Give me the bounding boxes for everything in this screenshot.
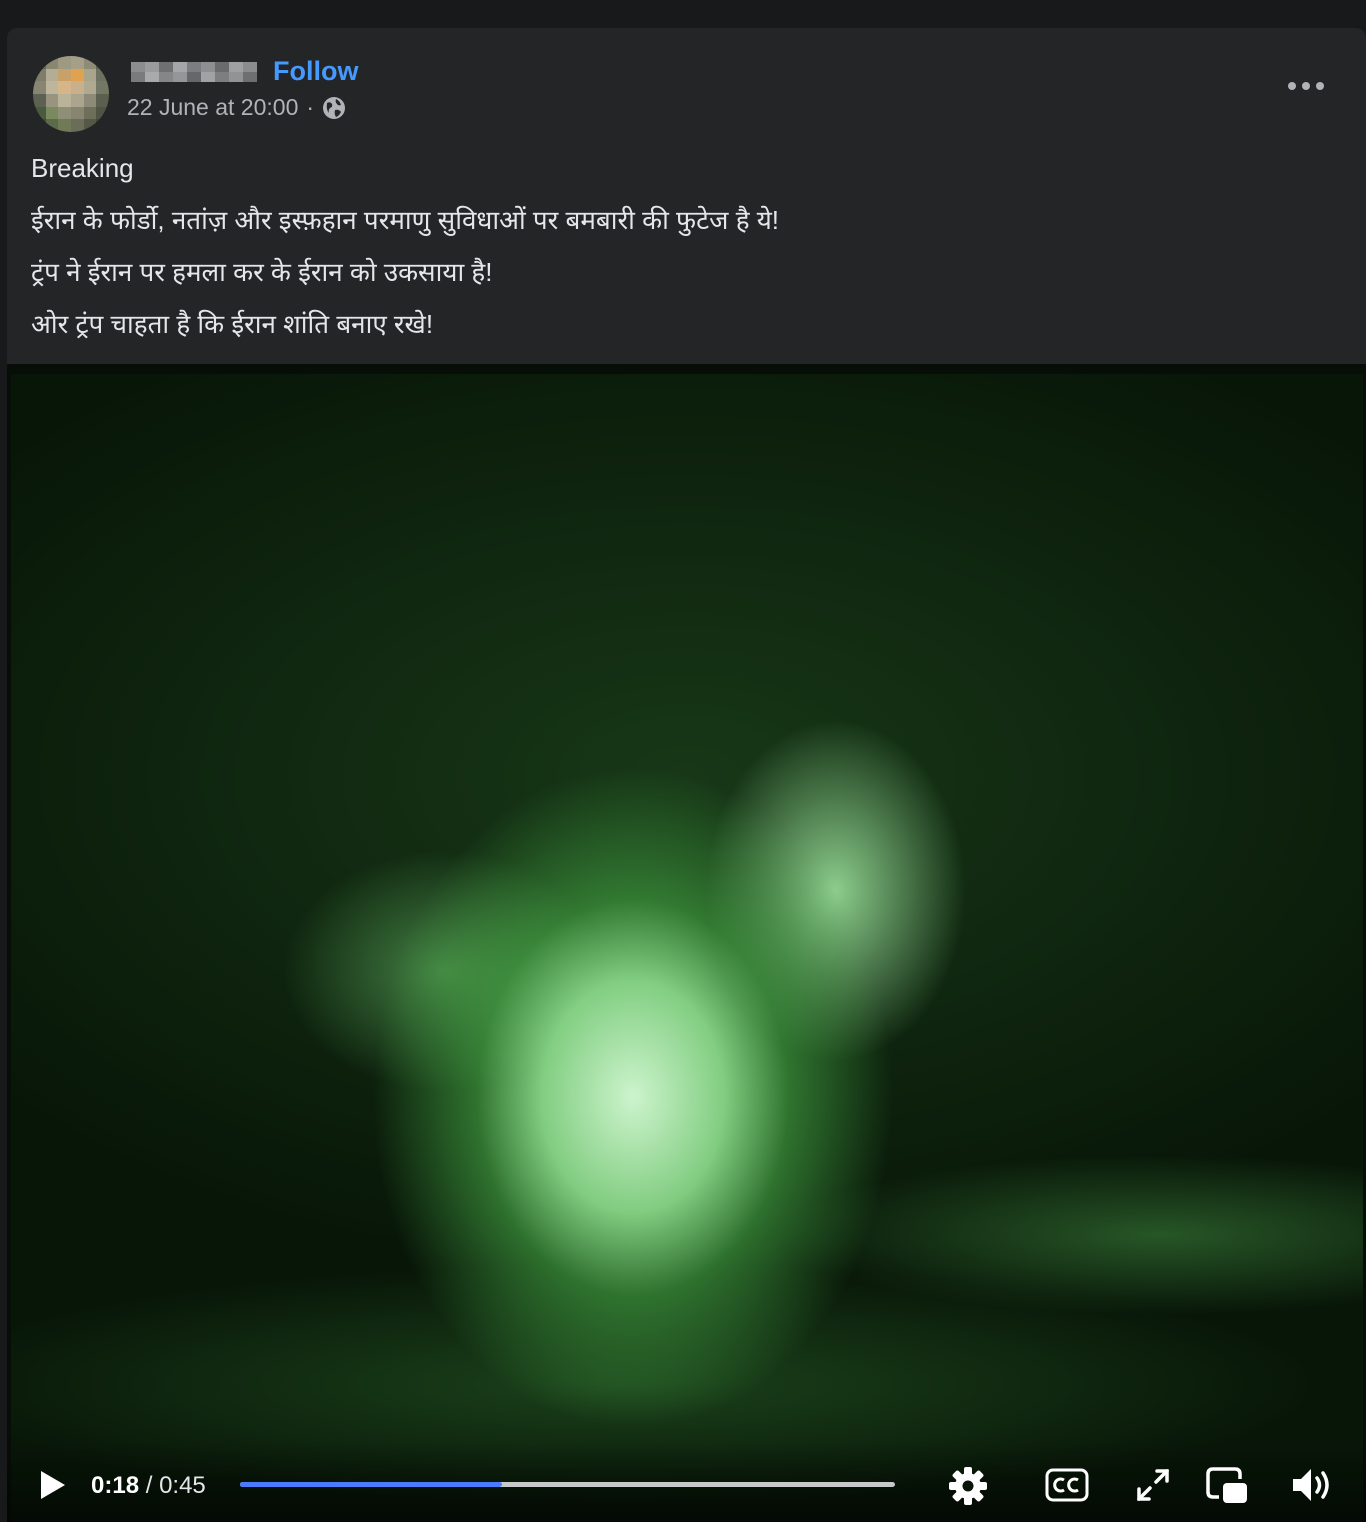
post-timestamp[interactable]: 22 June at 20:00 xyxy=(127,94,298,121)
post-card: Follow 22 June at 20:00 · Breaking ईरान … xyxy=(7,28,1366,1522)
play-icon[interactable] xyxy=(35,1468,69,1502)
post-header: Follow 22 June at 20:00 · xyxy=(7,28,1366,140)
video-time: 0:18 / 0:45 xyxy=(91,1472,206,1500)
follow-button[interactable]: Follow xyxy=(273,56,358,87)
author-name-redacted[interactable] xyxy=(131,62,257,82)
meta-separator: · xyxy=(306,94,315,120)
progress-fill xyxy=(240,1482,502,1487)
picture-in-picture-icon[interactable] xyxy=(1205,1465,1249,1505)
video-player[interactable]: 0:18 / 0:45 xyxy=(7,364,1366,1522)
settings-icon[interactable] xyxy=(947,1465,989,1507)
current-time: 0:18 xyxy=(91,1472,140,1499)
globe-icon xyxy=(323,96,346,119)
fullscreen-icon[interactable] xyxy=(1135,1467,1171,1503)
post-text-line: ओर ट्रंप चाहता है कि ईरान शांति बनाए रखे… xyxy=(31,309,434,339)
post-text-line: ट्रंप ने ईरान पर हमला कर के ईरान को उकसा… xyxy=(31,257,493,287)
video-controls: 0:18 / 0:45 xyxy=(7,1440,1366,1522)
video-frame[interactable] xyxy=(11,374,1363,1522)
closed-captions-icon[interactable] xyxy=(1045,1467,1089,1503)
avatar[interactable] xyxy=(33,56,109,132)
post-text-line: ईरान के फोर्डो, नतांज़ और इस्फ़हान परमाण… xyxy=(31,205,780,235)
post-meta: 22 June at 20:00 · xyxy=(127,94,346,121)
post-text: Breaking ईरान के फोर्डो, नतांज़ और इस्फ़… xyxy=(7,140,1366,356)
post-text-line: Breaking xyxy=(31,153,134,183)
volume-icon[interactable] xyxy=(1289,1465,1337,1505)
duration: 0:45 xyxy=(159,1472,206,1499)
time-separator: / xyxy=(139,1472,160,1499)
progress-bar[interactable] xyxy=(240,1482,895,1487)
more-options-icon[interactable] xyxy=(1288,76,1324,96)
